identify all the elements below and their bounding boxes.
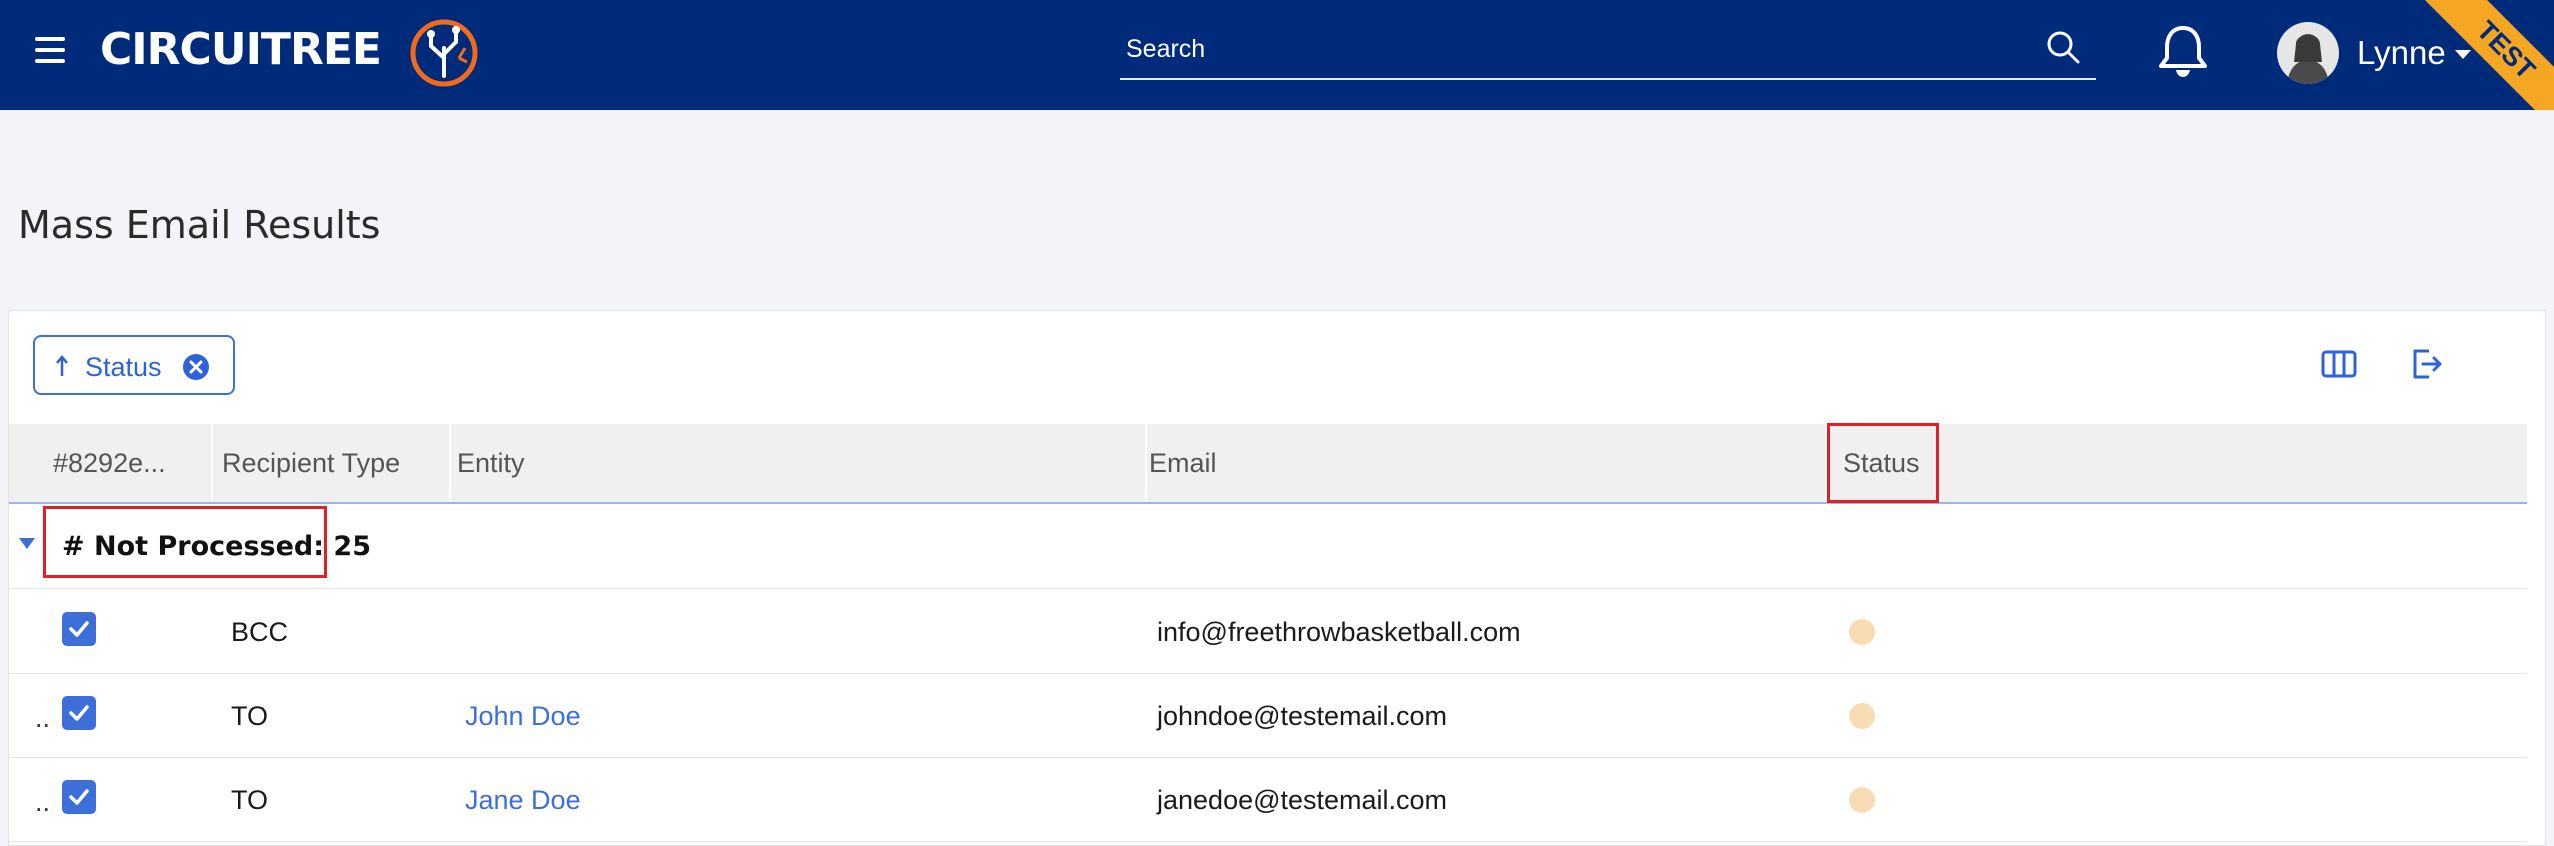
column-header-email[interactable]: Email [1149,448,1217,479]
email-cell: janedoe@testemail.com [1157,785,1448,815]
column-divider[interactable] [1145,424,1147,502]
status-indicator [1849,787,1875,813]
column-header-id[interactable]: #8292e... [53,448,166,479]
user-avatar[interactable] [2277,22,2339,84]
app-logo-text[interactable]: CIRCUITREE [100,24,382,75]
status-indicator [1849,619,1875,645]
circuit-tree-logo-icon [410,19,478,87]
remove-sort-icon[interactable] [183,354,209,380]
status-indicator [1849,703,1875,729]
column-header-recipient-type[interactable]: Recipient Type [222,448,400,479]
column-header-status[interactable]: Status [1843,448,1920,479]
email-cell: info@freethrowbasketball.com [1157,617,1521,647]
row-checkbox[interactable] [62,696,96,730]
search-input[interactable] [1124,30,2028,68]
email-cell: johndoe@testemail.com [1157,701,1448,731]
row-prefix: .. [35,703,51,733]
recipient-type-cell: TO [231,701,269,731]
global-search [1120,22,2096,80]
group-row-not-processed: # Not Processed: 25 [9,504,2527,589]
export-icon[interactable] [2409,347,2443,381]
row-checkbox[interactable] [62,612,96,646]
search-icon[interactable] [2044,28,2084,68]
row-prefix: .. [35,787,51,817]
results-card: Status #8292e... Recipient Type Entity E… [8,310,2546,846]
table-row[interactable]: .. TO John Doe johndoe@testemail.com [9,673,2527,758]
table-row[interactable]: .. TO Jane Doe janedoe@testemail.com [9,757,2527,842]
top-nav-bar: CIRCUITREE Lynne TEST [0,0,2554,110]
entity-link[interactable]: Jane Doe [465,785,581,816]
row-checkbox[interactable] [62,780,96,814]
columns-icon[interactable] [2321,349,2357,379]
recipient-type-cell: BCC [231,617,289,647]
table-header: #8292e... Recipient Type Entity Email St… [9,423,2527,504]
column-header-entity[interactable]: Entity [457,448,525,479]
column-divider[interactable] [449,424,451,502]
group-label-highlight: # Not Processed: 25 [43,506,371,578]
notification-bell-icon[interactable] [2155,22,2211,80]
menu-icon[interactable] [35,37,65,63]
table-row[interactable]: BCC info@freethrowbasketball.com [9,589,2527,674]
column-divider[interactable] [211,424,213,502]
arrow-up-icon [56,355,68,376]
chevron-down-icon[interactable] [2455,50,2471,59]
group-label: # Not Processed: 25 [62,531,371,562]
user-menu-name[interactable]: Lynne [2357,34,2446,72]
sort-chip-label: Status [85,352,162,382]
entity-link[interactable]: John Doe [465,701,581,732]
expand-group-icon[interactable] [19,538,35,549]
sort-chip-status[interactable]: Status [33,335,235,395]
recipient-type-cell: TO [231,785,269,815]
page-title: Mass Email Results [18,203,381,248]
